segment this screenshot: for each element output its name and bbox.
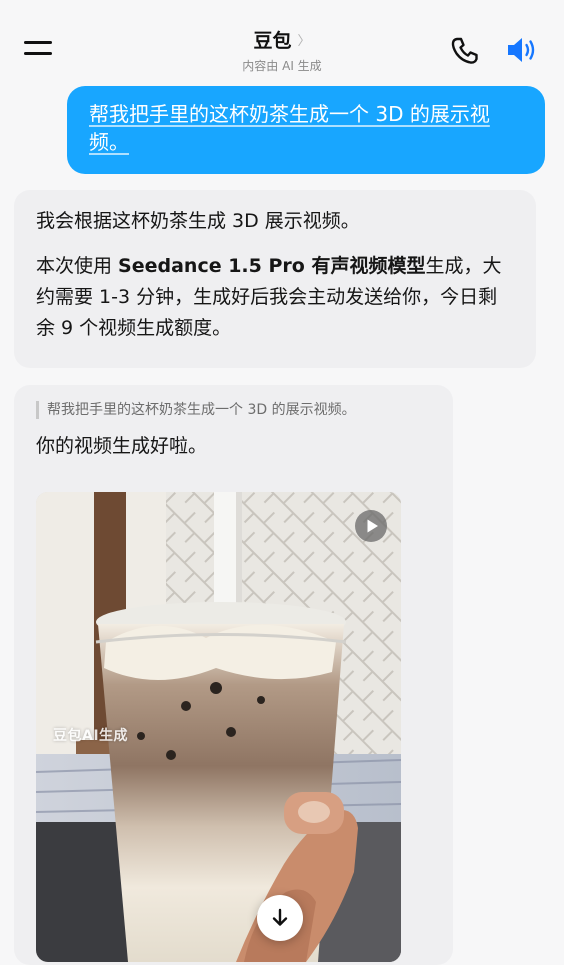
- user-message-bubble[interactable]: 帮我把手里的这杯奶茶生成一个 3D 的展示视频。: [67, 86, 545, 174]
- play-icon[interactable]: [355, 510, 387, 542]
- bot-message-bubble[interactable]: 我会根据这杯奶茶生成 3D 展示视频。 本次使用 Seedance 1.5 Pr…: [14, 190, 536, 368]
- ai-disclaimer: 内容由 AI 生成: [242, 59, 322, 73]
- speaker-icon[interactable]: [505, 35, 539, 65]
- user-message-text: 帮我把手里的这杯奶茶生成一个 3D 的展示视频。: [89, 102, 490, 154]
- video-thumbnail[interactable]: 豆包AI生成: [36, 492, 401, 962]
- chat-title-area[interactable]: 豆包 〉 内容由 AI 生成: [182, 26, 382, 74]
- chat-title[interactable]: 豆包 〉: [253, 26, 310, 53]
- menu-icon[interactable]: [24, 37, 52, 61]
- chat-header: 豆包 〉 内容由 AI 生成: [0, 0, 564, 80]
- video-watermark: 豆包AI生成: [53, 728, 129, 744]
- bot-message-prefix: 本次使用: [36, 255, 119, 277]
- bot-message-paragraph: 本次使用 Seedance 1.5 Pro 有声视频模型生成，大约需要 1-3 …: [36, 251, 514, 344]
- quoted-request: 帮我把手里的这杯奶茶生成一个 3D 的展示视频。: [36, 401, 431, 419]
- chat-title-text: 豆包: [253, 30, 292, 52]
- phone-icon[interactable]: [448, 35, 480, 67]
- bot-message-text: 你的视频生成好啦。: [36, 435, 208, 457]
- arrow-down-icon[interactable]: [257, 895, 303, 941]
- chevron-right-icon: 〉: [297, 34, 311, 49]
- model-name: Seedance 1.5 Pro 有声视频模型: [118, 255, 426, 277]
- bot-message-line: 我会根据这杯奶茶生成 3D 展示视频。: [36, 210, 360, 232]
